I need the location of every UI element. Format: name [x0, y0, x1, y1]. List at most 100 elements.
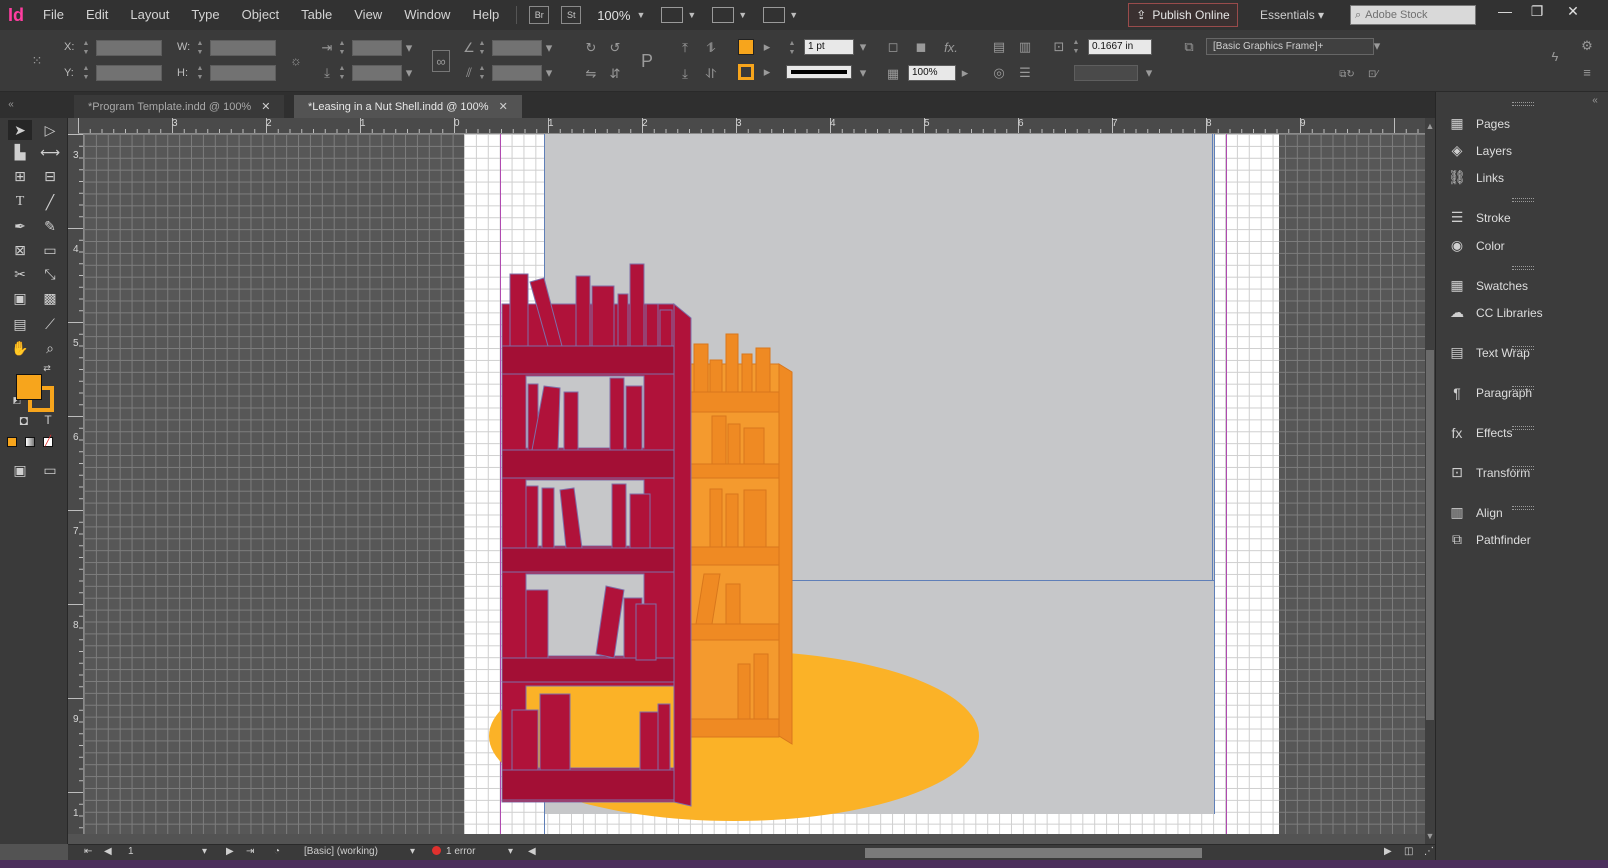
- object-style-select[interactable]: [Basic Graphics Frame]+: [1206, 38, 1374, 55]
- gradient-feather-tool-icon[interactable]: ▩: [38, 288, 62, 308]
- flip-horizontal-icon[interactable]: ⇋: [582, 66, 600, 82]
- direct-selection-tool-icon[interactable]: ▷: [38, 120, 62, 140]
- content-placer-icon[interactable]: ⊟: [38, 166, 62, 186]
- last-page-icon[interactable]: ⇥: [246, 846, 254, 857]
- clear-overrides-icon[interactable]: ⧉↻: [1338, 66, 1356, 82]
- stock-button[interactable]: St: [561, 6, 582, 24]
- panel-group-grip[interactable]: [1512, 102, 1534, 106]
- minimize-icon[interactable]: —: [1490, 0, 1520, 22]
- swap-fill-stroke-icon[interactable]: ⇄: [40, 362, 54, 374]
- close-icon[interactable]: ✕: [499, 100, 508, 113]
- offset-spinner[interactable]: ▲ ▼: [1072, 38, 1080, 56]
- bridge-button[interactable]: Br: [529, 6, 550, 24]
- stroke-weight-field[interactable]: 1 pt: [804, 39, 854, 55]
- panel-group-grip[interactable]: [1512, 198, 1534, 202]
- selection-tool-icon[interactable]: ➤: [8, 120, 32, 140]
- page-dropdown-icon[interactable]: ▾: [202, 846, 207, 857]
- scale-y-dropdown-icon[interactable]: ▾: [400, 65, 418, 81]
- menu-edit[interactable]: Edit: [75, 0, 119, 30]
- rotation-spinner[interactable]: ▲ ▼: [478, 39, 486, 57]
- shear-field[interactable]: [492, 65, 542, 81]
- preflight-status[interactable]: 1 error: [432, 846, 475, 857]
- tab-leasing-in-a-nut-shell[interactable]: *Leasing in a Nut Shell.indd @ 100% ✕: [294, 95, 522, 118]
- effects-fx-icon[interactable]: fx.: [942, 39, 960, 55]
- panel-transform[interactable]: ⊡ Transform: [1436, 459, 1608, 486]
- close-icon[interactable]: ✕: [261, 100, 270, 113]
- offset-field[interactable]: 0.1667 in: [1088, 39, 1152, 55]
- first-page-icon[interactable]: ⇤: [84, 846, 92, 857]
- pen-tool-icon[interactable]: ✒: [8, 216, 32, 236]
- select-previous-icon[interactable]: ⥮: [702, 40, 720, 56]
- rotation-field[interactable]: [492, 40, 542, 56]
- menu-type[interactable]: Type: [180, 0, 230, 30]
- wrap-bounding-icon[interactable]: ▥: [1016, 39, 1034, 55]
- rotate-ccw-icon[interactable]: ↺: [606, 40, 624, 56]
- rotation-dropdown-icon[interactable]: ▾: [540, 40, 558, 56]
- select-content-icon[interactable]: ⤓: [676, 66, 694, 82]
- screen-mode-icon[interactable]: [712, 7, 735, 23]
- publish-online-button[interactable]: ⇪ Publish Online: [1128, 3, 1238, 27]
- scroll-right-icon[interactable]: ▶: [1384, 846, 1392, 857]
- quick-apply-icon[interactable]: ϟ: [1546, 48, 1564, 64]
- w-field[interactable]: [210, 40, 276, 56]
- rectangle-frame-tool-icon[interactable]: ⊠: [8, 240, 32, 260]
- note-tool-icon[interactable]: ▤: [8, 314, 32, 334]
- panel-align[interactable]: ▥ Align: [1436, 499, 1608, 526]
- style-options-icon[interactable]: ⊡⁄: [1364, 66, 1382, 82]
- menu-object[interactable]: Object: [231, 0, 291, 30]
- panel-paragraph[interactable]: ¶ Paragraph: [1436, 379, 1608, 406]
- corner-options-icon[interactable]: ◻: [884, 39, 902, 55]
- eyedropper-tool-icon[interactable]: ⟋: [38, 314, 62, 334]
- fill-color-icon[interactable]: [16, 374, 42, 400]
- fill-swatch[interactable]: [738, 39, 754, 55]
- menu-layout[interactable]: Layout: [119, 0, 180, 30]
- crimson-bookshelf[interactable]: [501, 263, 692, 807]
- gap-tool-icon[interactable]: ⟷: [38, 142, 62, 162]
- y-spinner[interactable]: ▲ ▼: [82, 64, 90, 82]
- vertical-scroll-thumb[interactable]: [1426, 350, 1434, 720]
- shear-spinner[interactable]: ▲ ▼: [478, 64, 486, 82]
- menu-help[interactable]: Help: [461, 0, 510, 30]
- menu-view[interactable]: View: [343, 0, 393, 30]
- drop-shadow-icon[interactable]: ◼: [912, 39, 930, 55]
- zoom-dropdown-icon[interactable]: ▼: [636, 10, 645, 20]
- fitting-dropdown-icon[interactable]: ▾: [1140, 65, 1158, 81]
- stock-search-field[interactable]: ⌕ Adobe Stock: [1350, 5, 1476, 25]
- workspace-switcher[interactable]: Essentials ▾: [1260, 0, 1324, 30]
- wrap-jump-icon[interactable]: ☰: [1016, 65, 1034, 81]
- panel-group-grip[interactable]: [1512, 386, 1534, 390]
- scale-x-dropdown-icon[interactable]: ▾: [400, 40, 418, 56]
- scale-x-spinner[interactable]: ▲ ▼: [338, 39, 346, 57]
- apply-gradient-icon[interactable]: [22, 432, 38, 452]
- stroke-weight-spinner[interactable]: ▲ ▼: [788, 39, 796, 57]
- panel-menu-icon[interactable]: ≡: [1578, 64, 1596, 80]
- normal-view-icon[interactable]: ▣: [8, 460, 32, 480]
- horizontal-scroll-thumb[interactable]: [865, 848, 1202, 858]
- view-options-dropdown-icon[interactable]: ▼: [687, 10, 696, 20]
- panel-group-grip[interactable]: [1512, 426, 1534, 430]
- stroke-weight-dropdown-icon[interactable]: ▾: [854, 39, 872, 55]
- menu-window[interactable]: Window: [393, 0, 461, 30]
- vertical-scrollbar[interactable]: ▲ ▼: [1425, 118, 1435, 844]
- type-tool-icon[interactable]: T: [8, 192, 32, 212]
- panel-pages[interactable]: ▦ Pages: [1436, 110, 1608, 137]
- constrain-proportions-icon[interactable]: ☼: [287, 52, 305, 68]
- gear-icon[interactable]: ⚙: [1578, 38, 1596, 54]
- bookshelf-illustration[interactable]: [464, 134, 1279, 834]
- next-page-icon[interactable]: ▶: [226, 846, 234, 857]
- apply-color-icon[interactable]: [4, 432, 20, 452]
- chain-link-icon[interactable]: ∞: [432, 50, 450, 72]
- fill-dropdown-icon[interactable]: ▸: [758, 39, 776, 55]
- formatting-container-icon[interactable]: ◘: [12, 410, 36, 430]
- panel-group-grip[interactable]: [1512, 266, 1534, 270]
- object-style-dropdown-icon[interactable]: ▾: [1368, 38, 1386, 54]
- rotate-cw-icon[interactable]: ↻: [582, 40, 600, 56]
- panel-layers[interactable]: ◈ Layers: [1436, 137, 1608, 164]
- line-tool-icon[interactable]: ╱: [38, 192, 62, 212]
- wrap-shape-icon[interactable]: ◎: [990, 65, 1008, 81]
- formatting-text-icon[interactable]: T: [36, 410, 60, 430]
- stroke-dropdown-icon[interactable]: ▸: [758, 64, 776, 80]
- arrange-documents-icon[interactable]: [763, 7, 786, 23]
- arrange-dropdown-icon[interactable]: ▼: [789, 10, 798, 20]
- panel-group-grip[interactable]: [1512, 346, 1534, 350]
